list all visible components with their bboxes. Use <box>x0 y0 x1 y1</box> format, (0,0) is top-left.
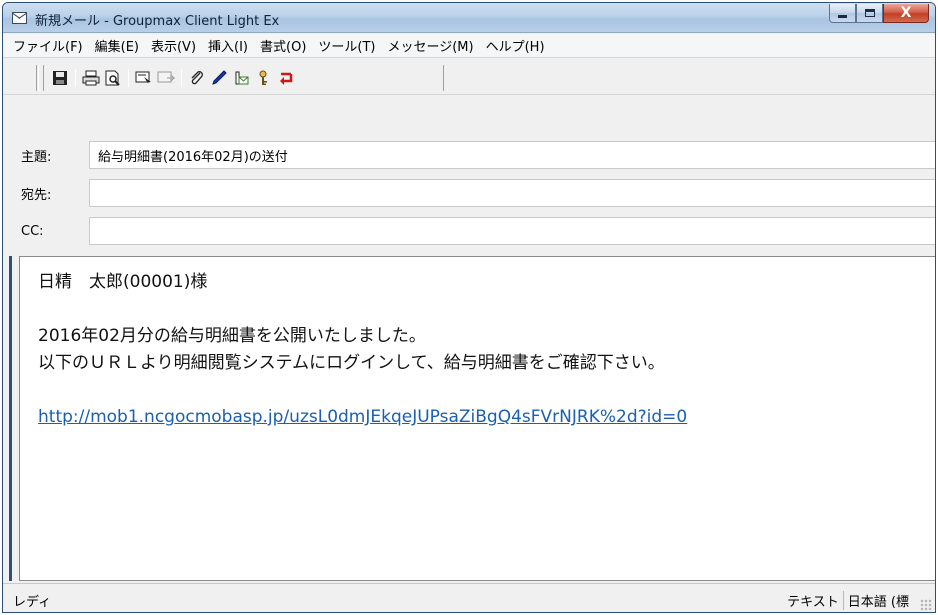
envelope-icon <box>12 12 27 24</box>
to-label: 宛先: <box>21 187 52 203</box>
body-blank-line <box>38 377 935 404</box>
toolbar-divider <box>43 65 45 91</box>
maximize-icon <box>864 9 875 17</box>
select-icon <box>135 71 151 85</box>
save-button[interactable] <box>49 68 71 88</box>
status-format: テキスト <box>787 595 839 610</box>
menu-file[interactable]: ファイル(F) <box>7 36 89 55</box>
menu-insert[interactable]: 挿入(I) <box>202 36 254 55</box>
save-icon <box>53 71 67 85</box>
insert-icon <box>157 71 175 83</box>
body-line-announcement: 2016年02月分の給与明細書を公開いたしました。 <box>38 326 426 346</box>
body-greeting: 日精 太郎(00001)様 <box>38 272 208 292</box>
body-link[interactable]: http://mob1.ncgocmobasp.jp/uzsL0dmJEkqeJ… <box>38 404 935 431</box>
maximize-button[interactable] <box>856 4 883 23</box>
minimize-button[interactable] <box>829 4 856 23</box>
toolbar <box>3 59 935 95</box>
toolbar-icons <box>49 68 296 88</box>
status-bar: レディ テキスト 日本語 (標 <box>3 583 935 612</box>
status-ready: レディ <box>13 595 52 610</box>
menu-view[interactable]: 表示(V) <box>145 36 202 55</box>
left-rail <box>3 256 19 581</box>
title-bar[interactable]: 新規メール - Groupmax Client Light Ex X <box>3 3 935 33</box>
close-button[interactable]: X <box>883 4 929 23</box>
toolbar-separator <box>75 69 76 87</box>
toolbar-separator <box>181 69 182 87</box>
toolbar-grip[interactable] <box>36 65 39 91</box>
menu-help[interactable]: ヘルプ(H) <box>480 36 551 55</box>
select-button[interactable] <box>133 68 155 88</box>
subject-label: 主題: <box>21 149 52 165</box>
attach-icon <box>191 71 203 85</box>
menu-tools[interactable]: ツール(T) <box>312 36 381 55</box>
undo-icon <box>280 72 293 85</box>
undo-button[interactable] <box>274 68 296 88</box>
status-panels: テキスト 日本語 (標 <box>783 591 913 610</box>
menu-format[interactable]: 書式(O) <box>254 36 312 55</box>
menu-edit[interactable]: 編集(E) <box>89 36 145 55</box>
body-blank-line <box>38 296 935 323</box>
print-preview-icon <box>105 70 120 86</box>
toolbar-end-separator <box>443 65 444 91</box>
caption-buttons: X <box>829 4 929 24</box>
print-preview-button[interactable] <box>102 68 124 88</box>
menu-message[interactable]: メッセージ(M) <box>382 36 480 55</box>
encrypt-button[interactable] <box>252 68 274 88</box>
mail-window: 新規メール - Groupmax Client Light Ex X ファイル(… <box>2 2 936 613</box>
signature-button[interactable] <box>208 68 230 88</box>
minimize-icon <box>838 14 847 18</box>
subject-field[interactable] <box>89 141 935 169</box>
cc-label: CC: <box>21 223 44 239</box>
window-title: 新規メール - Groupmax Client Light Ex <box>35 14 280 29</box>
pen-icon <box>212 70 227 85</box>
close-icon: X <box>900 5 912 21</box>
cc-field[interactable] <box>89 217 935 245</box>
to-field[interactable] <box>89 179 935 207</box>
resize-grip-icon[interactable] <box>920 599 932 611</box>
address-icon <box>235 71 249 85</box>
cc-row: CC: <box>3 212 935 250</box>
insert-button[interactable] <box>155 68 177 88</box>
print-button[interactable] <box>80 68 102 88</box>
to-row: 宛先: <box>3 174 935 212</box>
address-button[interactable] <box>230 68 252 88</box>
print-icon <box>82 70 100 86</box>
subject-row: 主題: <box>3 136 935 174</box>
key-icon <box>259 70 267 85</box>
toolbar-separator <box>128 69 129 87</box>
status-encoding: 日本語 (標 <box>842 591 913 610</box>
message-body[interactable]: 日精 太郎(00001)様 2016年02月分の給与明細書を公開いたしました。 … <box>19 256 935 581</box>
attach-button[interactable] <box>186 68 208 88</box>
menu-bar: ファイル(F) 編集(E) 表示(V) 挿入(I) 書式(O) ツール(T) メ… <box>3 34 935 58</box>
body-line-instruction: 以下のＵＲＬより明細閲覧システムにログインして、給与明細書をご確認下さい。 <box>38 353 665 373</box>
